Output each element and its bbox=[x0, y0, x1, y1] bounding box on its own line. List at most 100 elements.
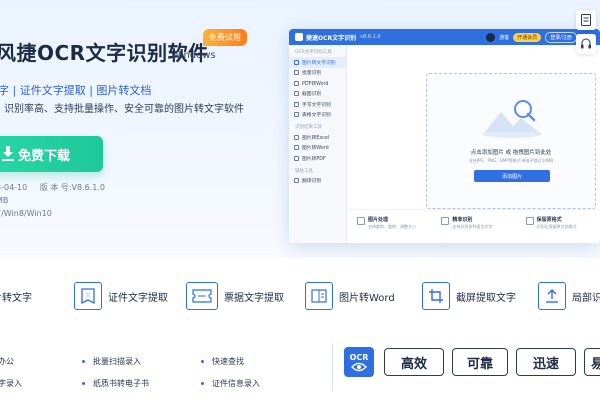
free-trial-badge: 免费试用 bbox=[203, 29, 247, 46]
sidebar-item: 表格文字识别 bbox=[289, 110, 346, 121]
tool-icon bbox=[294, 155, 299, 161]
id-card-icon: ☆ bbox=[74, 282, 102, 310]
tool-label: 片转文字 bbox=[0, 292, 32, 304]
ocr-logo-text: OCR bbox=[349, 352, 369, 362]
list-item-text: 纸质书转电子书 bbox=[93, 378, 149, 388]
release-date: 3-04-10 bbox=[0, 183, 28, 192]
file-size: MB bbox=[0, 196, 9, 205]
eye-icon bbox=[351, 362, 367, 371]
feature-subtitle: 支持裁剪、旋转、调整大小 bbox=[368, 224, 416, 229]
user-name: 游客 bbox=[499, 35, 510, 41]
tool-label: 截屏提取文字 bbox=[456, 292, 516, 304]
document-float-button[interactable] bbox=[576, 10, 596, 30]
sidebar-label: 辅助工具 bbox=[295, 168, 313, 174]
sidebar-item: 手写文字识别 bbox=[289, 99, 346, 110]
document-icon bbox=[525, 217, 534, 225]
feature-accurate: 精准识别 支持识别多种语言文字 bbox=[431, 210, 515, 243]
sidebar-label: 识别结果工具 bbox=[295, 125, 322, 130]
tool-categories: 片转文字 ☆ 证件文字提取 票据文字提取 图片转Word 截屏提取文字 局部识 bbox=[0, 277, 600, 315]
download-button[interactable]: 免费下载 bbox=[0, 136, 103, 172]
add-image-button: 添加图片 bbox=[474, 170, 550, 182]
list-item-text: 批量扫描录入 bbox=[93, 356, 141, 366]
tool-screenshot-extract[interactable]: 截屏提取文字 bbox=[422, 277, 516, 315]
release-info: 3-04-10 版 本 号:V8.6.1.0 bbox=[0, 182, 105, 193]
sidebar-item: 图片转PDF bbox=[289, 153, 346, 164]
download-label: 免费下载 bbox=[18, 148, 71, 164]
sidebar-label: OCR文字识别工具 bbox=[295, 50, 332, 55]
sidebar-label: 图片转文字识别 bbox=[302, 60, 336, 66]
tool-icon bbox=[294, 145, 299, 151]
bullet-icon bbox=[82, 381, 85, 385]
app-titlebar: 捷速OCR文字识别 v8.6.1.0 游客 开通会员 登录/注册 — ✕ bbox=[289, 29, 600, 45]
sidebar-item: 翻译识别 bbox=[289, 176, 346, 187]
document-icon bbox=[581, 14, 591, 26]
image-upload-illustration bbox=[482, 100, 542, 138]
tag-reliable: 可靠 bbox=[452, 348, 508, 376]
upload-icon bbox=[538, 282, 566, 310]
sidebar-item: PDF转Word bbox=[289, 78, 346, 89]
product-description: 识别率高、支持批量操作、安全可靠的图片转文字软件 bbox=[4, 104, 244, 115]
tool-label: 证件文字提取 bbox=[108, 292, 168, 304]
feature-title: 保留原格式 bbox=[536, 217, 562, 223]
headset-float-button[interactable] bbox=[576, 34, 596, 54]
tool-icon bbox=[294, 101, 299, 107]
list-item: 纸质书转电子书 bbox=[82, 372, 149, 394]
bullet-icon bbox=[82, 359, 85, 363]
ticket-icon bbox=[186, 282, 218, 310]
ocr-logo: OCR bbox=[344, 347, 374, 377]
crop-icon bbox=[422, 282, 450, 310]
sidebar-item: 图片转文字识别 bbox=[289, 57, 346, 68]
use-case-list-3: 快速查找 证件信息录入 bbox=[201, 350, 260, 394]
tool-icon bbox=[294, 80, 299, 86]
app-preview-window: 捷速OCR文字识别 v8.6.1.0 游客 开通会员 登录/注册 — ✕ OCR… bbox=[289, 29, 600, 243]
tool-ticket-extract[interactable]: 票据文字提取 bbox=[186, 277, 284, 315]
vip-button: 开通会员 bbox=[513, 33, 542, 42]
tool-image-to-text[interactable]: 片转文字 bbox=[0, 277, 32, 315]
feature-subtitle: 支持识别多种语言文字 bbox=[452, 224, 493, 229]
image-dropzone: 点击添加图片 或 拖拽图片到此处 支持JPG、PNG、BMP等格式 单张不超过1… bbox=[426, 73, 596, 209]
os-support: 7/Win8/Win10 bbox=[0, 209, 52, 218]
sidebar-label: 截图识别 bbox=[302, 92, 322, 98]
tool-icon bbox=[294, 112, 299, 118]
app-version: v8.6.1.0 bbox=[360, 34, 381, 40]
feature-title: 精准识别 bbox=[452, 217, 473, 223]
sidebar-item: 截图识别 bbox=[289, 89, 346, 100]
platform-label: Windows bbox=[171, 50, 216, 61]
tag-easy: 易 bbox=[584, 348, 600, 376]
tool-id-extract[interactable]: ☆ 证件文字提取 bbox=[74, 277, 168, 315]
sidebar-label: 表格文字识别 bbox=[302, 113, 331, 119]
dropzone-format-hint: 支持JPG、PNG、BMP等格式 单张不超过10MB bbox=[468, 158, 554, 163]
tool-icon bbox=[294, 91, 299, 97]
svg-text:☆: ☆ bbox=[85, 291, 91, 299]
bullet-icon bbox=[201, 359, 204, 363]
sidebar-label: 图片转Word bbox=[302, 146, 329, 152]
sidebar-section-label: 识别结果工具 bbox=[289, 120, 346, 132]
tag-efficient: 高效 bbox=[384, 348, 444, 376]
sidebar-label: 批量识别 bbox=[302, 71, 322, 77]
hero-banner: 风捷OCR文字识别软件 Windows 免费试用 字 | 证件文字提取 | 图片… bbox=[0, 0, 600, 258]
target-icon bbox=[441, 217, 450, 225]
app-feature-footer: 图片处理 支持裁剪、旋转、调整大小 精准识别 支持识别多种语言文字 保留原格式 bbox=[347, 209, 600, 243]
sidebar-label: PDF转Word bbox=[302, 81, 329, 87]
tool-label: 图片转Word bbox=[339, 292, 395, 304]
list-item: 快速查找 bbox=[201, 350, 260, 372]
sidebar-item: 批量识别 bbox=[289, 68, 346, 79]
bullet-icon bbox=[201, 381, 204, 385]
login-button: 登录/注册 bbox=[545, 32, 577, 43]
app-name: 捷速OCR文字识别 bbox=[306, 34, 357, 42]
sidebar-item: 图片转Word bbox=[289, 143, 346, 154]
app-main-area: 点击添加图片 或 拖拽图片到此处 支持JPG、PNG、BMP等格式 单张不超过1… bbox=[347, 45, 600, 243]
feature-image-process: 图片处理 支持裁剪、旋转、调整大小 bbox=[347, 210, 431, 243]
tool-partial-recognize[interactable]: 局部识 bbox=[538, 277, 600, 315]
feature-subtitle: 识别后保留原文档格式 bbox=[536, 224, 577, 229]
tool-icon bbox=[294, 70, 299, 76]
headset-icon bbox=[581, 38, 591, 49]
feature-title: 图片处理 bbox=[368, 217, 389, 223]
app-sidebar: OCR文字识别工具图片转文字识别 批量识别 PDF转Word 截图识别 手写文字识别表格… bbox=[289, 45, 347, 243]
tool-image-to-word[interactable]: 图片转Word bbox=[305, 277, 395, 315]
sidebar-label: 图片转PDF bbox=[302, 156, 326, 162]
tool-icon bbox=[294, 134, 299, 140]
avatar bbox=[486, 33, 496, 42]
dropzone-instruction: 点击添加图片 或 拖拽图片到此处 bbox=[470, 150, 552, 156]
use-case-list-2: 批量扫描录入 纸质书转电子书 bbox=[82, 350, 149, 394]
